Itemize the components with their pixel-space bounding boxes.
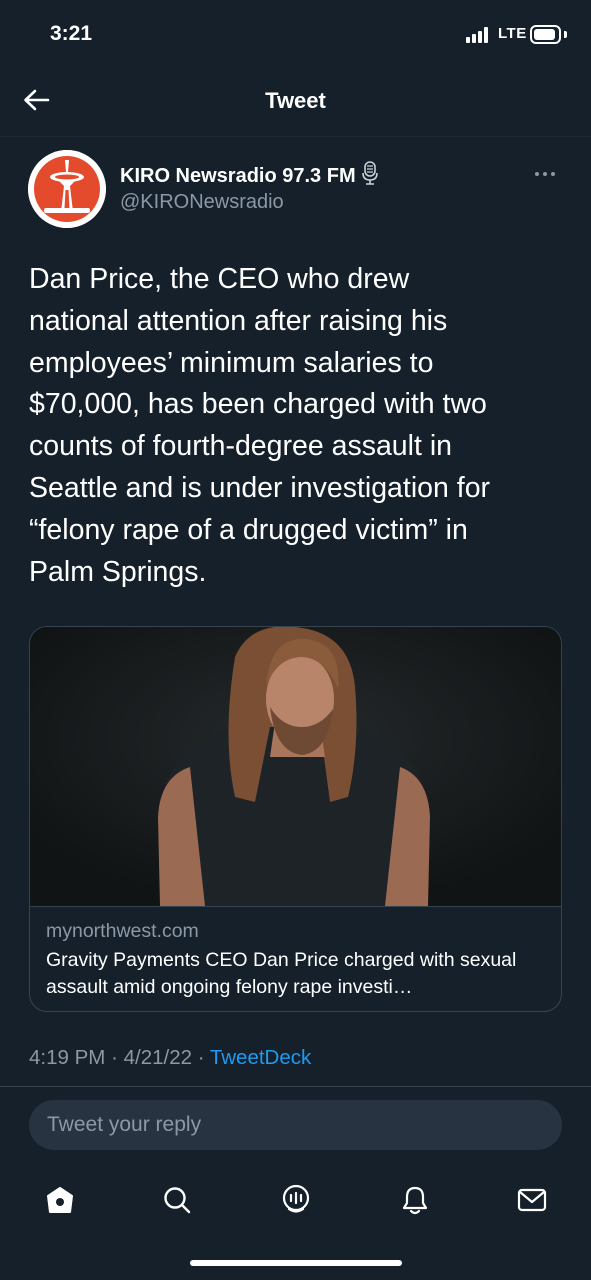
- status-bar: 3:21 LTE: [0, 0, 591, 70]
- link-card-image: [30, 627, 561, 906]
- more-dot: [535, 172, 539, 176]
- battery-level: [534, 29, 556, 40]
- header: Tweet: [0, 70, 591, 130]
- space-needle-logo: [28, 150, 106, 228]
- reply-input[interactable]: [29, 1100, 562, 1150]
- reply-box: [29, 1100, 562, 1150]
- home-indicator[interactable]: [190, 1260, 402, 1266]
- author-name-text: KIRO Newsradio 97.3 FM: [120, 164, 356, 187]
- tweet-text: Dan Price, the CEO who drew national att…: [29, 263, 491, 588]
- battery-cap: [564, 31, 567, 38]
- link-card-divider: [30, 906, 561, 907]
- tab-notifications[interactable]: [393, 1178, 437, 1222]
- page-title: Tweet: [265, 88, 326, 113]
- battery-icon: [530, 25, 561, 44]
- tweet-date: 4/21/22: [123, 1046, 192, 1069]
- tweet-meta: 4:19 PM · 4/21/22 · TweetDeck: [29, 1046, 311, 1070]
- tab-search[interactable]: [155, 1178, 199, 1222]
- tab-spaces[interactable]: [274, 1178, 318, 1222]
- link-card-domain: mynorthwest.com: [46, 920, 199, 942]
- network-type: LTE: [498, 25, 527, 42]
- more-dot: [543, 172, 547, 176]
- header-divider: [0, 136, 591, 137]
- link-card[interactable]: mynorthwest.com Gravity Payments CEO Dan…: [29, 626, 562, 1012]
- microphone-icon: [361, 161, 378, 191]
- meta-separator: ·: [197, 1046, 205, 1069]
- search-icon: [164, 1187, 191, 1214]
- tweet-source-link[interactable]: TweetDeck: [210, 1046, 311, 1069]
- status-time: 3:21: [50, 22, 93, 45]
- author-handle[interactable]: @KIRONewsradio: [120, 191, 284, 214]
- tab-bar: [0, 1170, 591, 1230]
- tweet-screen: 3:21 LTE Tweet KIRO Newsradio 97.3 FM @K…: [0, 0, 591, 1280]
- meta-separator: ·: [111, 1046, 118, 1069]
- home-icon: [47, 1187, 73, 1213]
- spaces-icon: [282, 1184, 310, 1213]
- avatar[interactable]: [28, 150, 106, 228]
- signal-icon: [466, 27, 492, 43]
- tab-home[interactable]: [38, 1178, 82, 1222]
- messages-icon: [517, 1188, 547, 1212]
- tweet-time: 4:19 PM: [29, 1046, 106, 1069]
- more-button[interactable]: [528, 164, 562, 184]
- more-dot: [551, 172, 555, 176]
- link-card-title: Gravity Payments CEO Dan Price charged w…: [46, 949, 517, 998]
- tab-messages[interactable]: [510, 1178, 554, 1222]
- meta-divider: [0, 1086, 591, 1087]
- notifications-icon: [402, 1186, 428, 1215]
- author-name[interactable]: KIRO Newsradio 97.3 FM: [120, 161, 378, 191]
